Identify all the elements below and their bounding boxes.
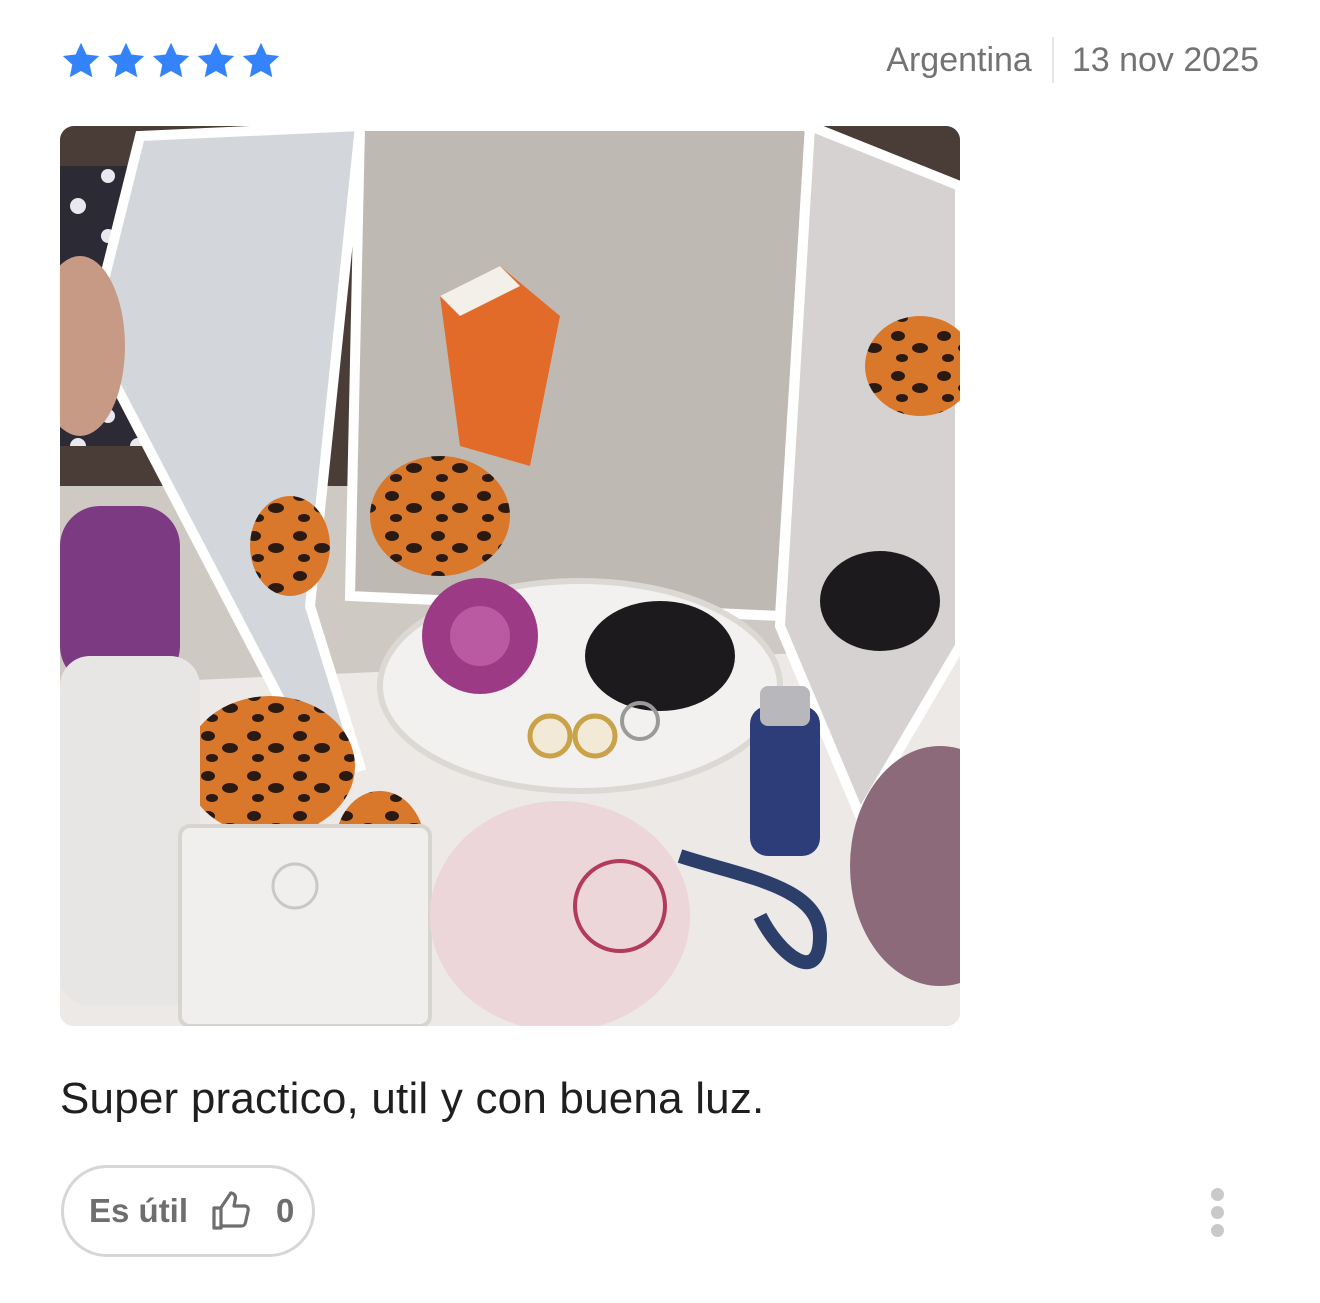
review-card: Argentina 13 nov 2025 Super practico, ut… bbox=[0, 0, 1320, 1303]
helpful-button[interactable]: Es útil 0 bbox=[61, 1165, 315, 1257]
kebab-dot bbox=[1211, 1188, 1224, 1201]
star-icon bbox=[240, 40, 282, 82]
star-icon bbox=[60, 40, 102, 82]
kebab-dot bbox=[1211, 1224, 1224, 1237]
star-icon bbox=[195, 40, 237, 82]
more-vertical-icon[interactable] bbox=[1203, 1182, 1233, 1242]
review-date: 13 nov 2025 bbox=[1071, 40, 1259, 79]
review-photo[interactable] bbox=[60, 126, 960, 1026]
review-text: Super practico, util y con buena luz. bbox=[60, 1074, 765, 1123]
meta-divider bbox=[1051, 37, 1054, 83]
kebab-dot bbox=[1211, 1206, 1224, 1219]
helpful-count: 0 bbox=[276, 1192, 295, 1229]
star-rating bbox=[60, 40, 282, 82]
star-icon bbox=[105, 40, 147, 82]
star-icon bbox=[150, 40, 192, 82]
review-country: Argentina bbox=[886, 40, 1032, 79]
thumbs-up-icon bbox=[208, 1187, 256, 1235]
helpful-label: Es útil bbox=[89, 1192, 189, 1229]
review-meta: Argentina 13 nov 2025 bbox=[886, 36, 1259, 84]
